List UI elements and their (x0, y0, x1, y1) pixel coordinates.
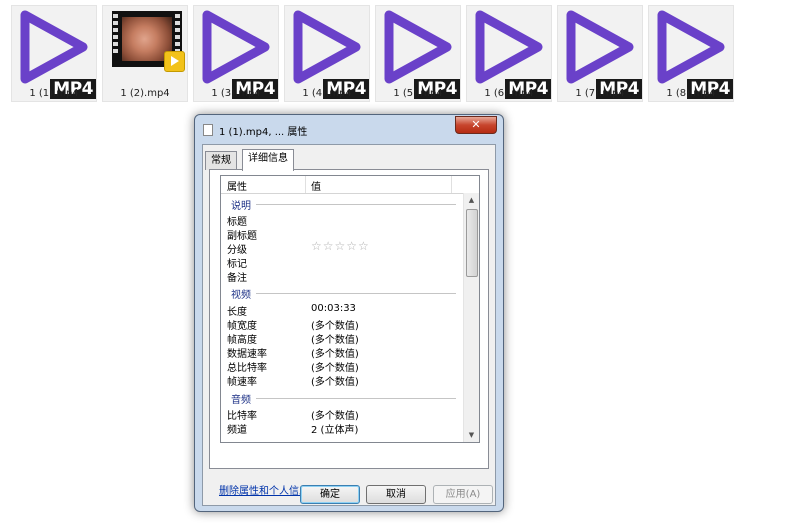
property-value[interactable]: 2 (立体声) (311, 421, 358, 436)
tab-details[interactable]: 详细信息 (242, 149, 294, 171)
property-list[interactable]: 属性 值 说明 标题 副标题 分级 ☆☆☆☆☆ 标记 备注 视频 长度 00:0… (220, 175, 480, 443)
property-name[interactable]: 数据速率 (227, 345, 267, 360)
document-icon (203, 124, 213, 136)
remove-properties-link[interactable]: 删除属性和个人信息 (219, 482, 309, 497)
play-icon (475, 10, 543, 84)
group-divider (256, 204, 456, 205)
play-icon (202, 10, 270, 84)
close-button[interactable]: ✕ (455, 116, 497, 134)
dialog-title: 1 (1).mp4, ... 属性 (219, 127, 308, 138)
file-tile[interactable]: MP4 1 (8).mp4 (648, 5, 734, 102)
property-name[interactable]: 长度 (227, 303, 247, 318)
group-header-description: 说明 (231, 201, 251, 212)
property-name[interactable]: 标记 (227, 255, 247, 270)
apply-button[interactable]: 应用(A) (433, 485, 493, 504)
property-value[interactable]: 00:03:33 (311, 303, 356, 314)
video-thumbnail (108, 9, 185, 85)
tab-general[interactable]: 常规 (205, 151, 237, 170)
play-icon (20, 10, 88, 84)
file-tile[interactable]: MP4 1 (1).mp4 (11, 5, 97, 102)
details-panel: 属性 值 说明 标题 副标题 分级 ☆☆☆☆☆ 标记 备注 视频 长度 00:0… (209, 169, 489, 469)
file-name: 1 (1).mp4 (29, 88, 79, 99)
file-name: 1 (4).mp4 (302, 88, 352, 99)
column-divider[interactable] (451, 176, 452, 193)
file-name: 1 (7).mp4 (575, 88, 625, 99)
file-tile[interactable]: MP4 1 (7).mp4 (557, 5, 643, 102)
scroll-thumb[interactable] (466, 209, 478, 277)
property-value[interactable]: (多个数值) (311, 345, 359, 360)
property-name[interactable]: 副标题 (227, 227, 257, 242)
property-name[interactable]: 比特率 (227, 407, 257, 422)
file-name: 1 (3).mp4 (211, 88, 261, 99)
property-name[interactable]: 帧速率 (227, 373, 257, 388)
vertical-scrollbar[interactable]: ▲ ▼ (463, 193, 479, 442)
play-icon (657, 10, 725, 84)
file-name: 1 (2).mp4 (120, 88, 170, 99)
properties-dialog: 1 (1).mp4, ... 属性 ✕ 常规 详细信息 属性 值 说明 标题 副… (194, 114, 504, 512)
file-tile[interactable]: 1 (2).mp4 (102, 5, 188, 102)
property-rows: 说明 标题 副标题 分级 ☆☆☆☆☆ 标记 备注 视频 长度 00:03:33 … (221, 194, 465, 442)
file-tile[interactable]: MP4 1 (4).mp4 (284, 5, 370, 102)
file-tile[interactable]: MP4 1 (3).mp4 (193, 5, 279, 102)
list-header: 属性 值 (221, 176, 479, 194)
property-name[interactable]: 分级 (227, 241, 247, 256)
property-name[interactable]: 帧宽度 (227, 317, 257, 332)
property-name[interactable]: 总比特率 (227, 359, 267, 374)
player-icon (164, 51, 185, 72)
group-divider (256, 398, 456, 399)
property-value[interactable]: (多个数值) (311, 373, 359, 388)
property-value[interactable]: (多个数值) (311, 331, 359, 346)
property-name[interactable]: 备注 (227, 269, 247, 284)
scroll-down-button[interactable]: ▼ (464, 428, 479, 442)
group-divider (256, 293, 456, 294)
group-header-audio: 音频 (231, 395, 251, 406)
close-icon: ✕ (471, 118, 481, 131)
property-name[interactable]: 标题 (227, 213, 247, 228)
scroll-up-button[interactable]: ▲ (464, 193, 479, 207)
dialog-titlebar[interactable]: 1 (1).mp4, ... 属性 ✕ (195, 115, 503, 143)
file-name: 1 (5).mp4 (393, 88, 443, 99)
file-grid: MP4 1 (1).mp4 1 (2).mp4 MP4 1 (3).mp4 MP… (11, 5, 791, 105)
ok-button[interactable]: 确定 (300, 485, 360, 504)
rating-stars[interactable]: ☆☆☆☆☆ (311, 239, 370, 253)
property-value[interactable]: (多个数值) (311, 317, 359, 332)
property-value[interactable]: (多个数值) (311, 407, 359, 422)
play-icon (384, 10, 452, 84)
file-name: 1 (6).mp4 (484, 88, 534, 99)
column-header-value[interactable]: 值 (311, 178, 321, 193)
column-header-property[interactable]: 属性 (227, 178, 247, 193)
play-icon (566, 10, 634, 84)
group-header-video: 视频 (231, 290, 251, 301)
play-icon (293, 10, 361, 84)
dialog-client: 常规 详细信息 属性 值 说明 标题 副标题 分级 ☆☆☆☆☆ 标记 备注 视频… (202, 144, 496, 506)
property-value[interactable]: (多个数值) (311, 359, 359, 374)
column-divider[interactable] (305, 176, 306, 193)
file-tile[interactable]: MP4 1 (5).mp4 (375, 5, 461, 102)
cancel-button[interactable]: 取消 (366, 485, 426, 504)
property-name[interactable]: 频道 (227, 421, 247, 436)
file-name: 1 (8).mp4 (666, 88, 716, 99)
file-tile[interactable]: MP4 1 (6).mp4 (466, 5, 552, 102)
property-name[interactable]: 帧高度 (227, 331, 257, 346)
